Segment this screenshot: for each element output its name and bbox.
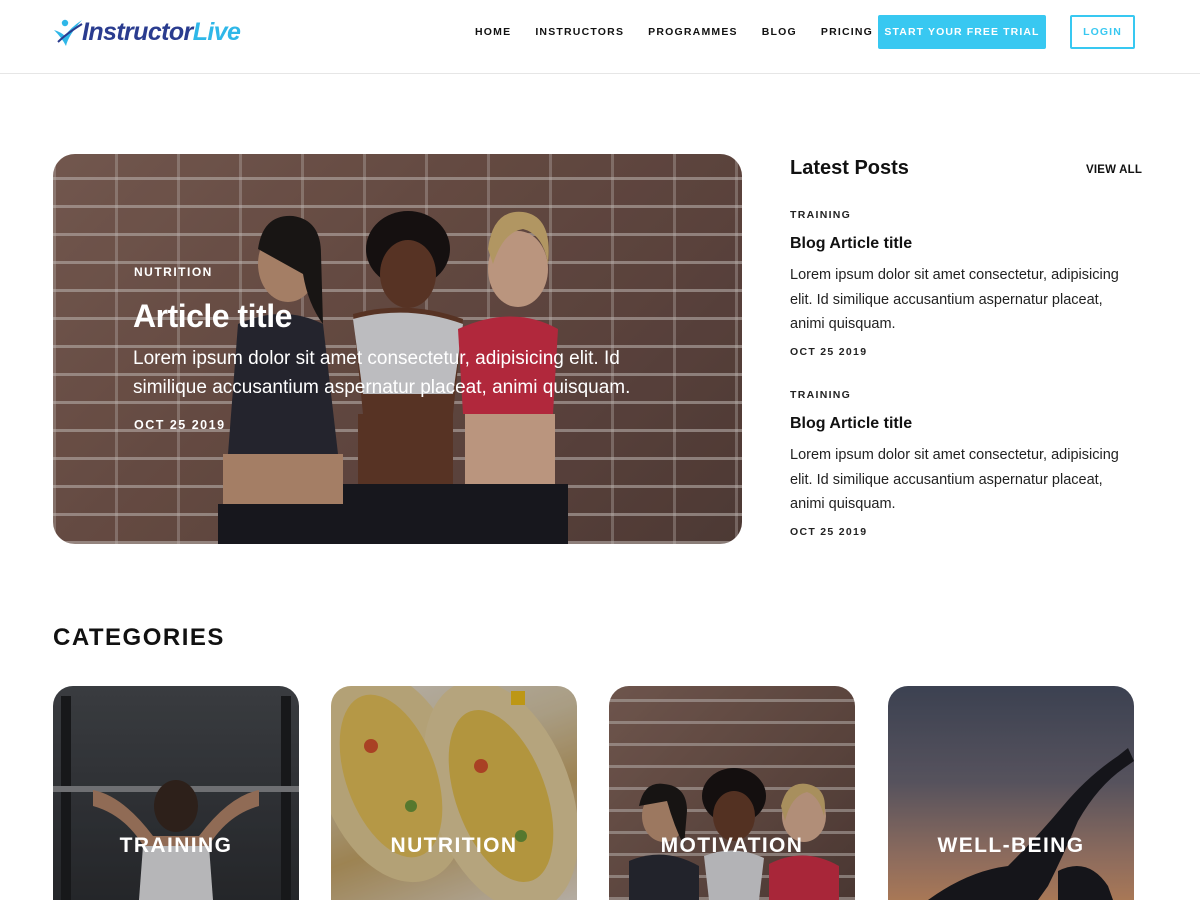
nav-instructors[interactable]: INSTRUCTORS [535,26,624,38]
category-label: MOTIVATION [660,834,804,857]
nav-pricing[interactable]: PRICING [821,26,873,38]
card-shade [331,686,577,900]
post-category[interactable]: TRAINING [790,209,1140,221]
login-button[interactable]: LOGIN [1070,15,1135,49]
card-shade [53,686,299,900]
featured-article-card[interactable]: NUTRITION Article title Lorem ipsum dolo… [53,154,742,544]
site-header: InstructorLive HOME INSTRUCTORS PROGRAMM… [0,0,1200,74]
category-label: TRAINING [119,834,233,857]
nav-programmes[interactable]: PROGRAMMES [648,26,738,38]
latest-post-item[interactable]: TRAINING Blog Article title Lorem ipsum … [790,389,1140,538]
category-label: WELL-BEING [937,834,1085,857]
card-shade [609,686,855,900]
category-card-training[interactable]: TRAINING [53,686,299,900]
logo-text-live: Live [192,17,241,46]
post-excerpt: Lorem ipsum dolor sit amet consectetur, … [790,447,1119,512]
featured-category[interactable]: NUTRITION [134,265,213,279]
post-title[interactable]: Blog Article title [790,235,1140,253]
view-all-link[interactable]: VIEW ALL [1086,164,1142,176]
featured-date: OCT 25 2019 [134,418,226,432]
post-date: OCT 25 2019 [790,345,868,358]
main-nav: HOME INSTRUCTORS PROGRAMMES BLOG PRICING [475,26,897,38]
category-card-motivation[interactable]: MOTIVATION [609,686,855,900]
post-date: OCT 25 2019 [790,525,868,538]
nav-home[interactable]: HOME [475,26,511,38]
post-category[interactable]: TRAINING [790,389,1140,401]
category-card-nutrition[interactable]: NUTRITION [331,686,577,900]
category-card-well-being[interactable]: WELL-BEING [888,686,1134,900]
categories-heading: CATEGORIES [53,624,225,651]
latest-posts-heading: Latest Posts [790,157,909,179]
logo-text-instructor: Instructor [82,17,193,46]
logo-text: InstructorLive [82,17,241,47]
featured-title[interactable]: Article title [133,298,292,335]
card-shade [888,686,1134,900]
latest-post-item[interactable]: TRAINING Blog Article title Lorem ipsum … [790,209,1140,358]
logo-swoosh-icon [54,19,83,46]
post-excerpt: Lorem ipsum dolor sit amet consectetur, … [790,267,1119,332]
nav-blog[interactable]: BLOG [762,26,797,38]
post-title[interactable]: Blog Article title [790,415,1140,433]
category-label: NUTRITION [390,834,518,857]
featured-excerpt: Lorem ipsum dolor sit amet consectetur, … [133,348,631,398]
logo[interactable]: InstructorLive [52,14,241,50]
start-free-trial-button[interactable]: START YOUR FREE TRIAL [878,15,1046,49]
